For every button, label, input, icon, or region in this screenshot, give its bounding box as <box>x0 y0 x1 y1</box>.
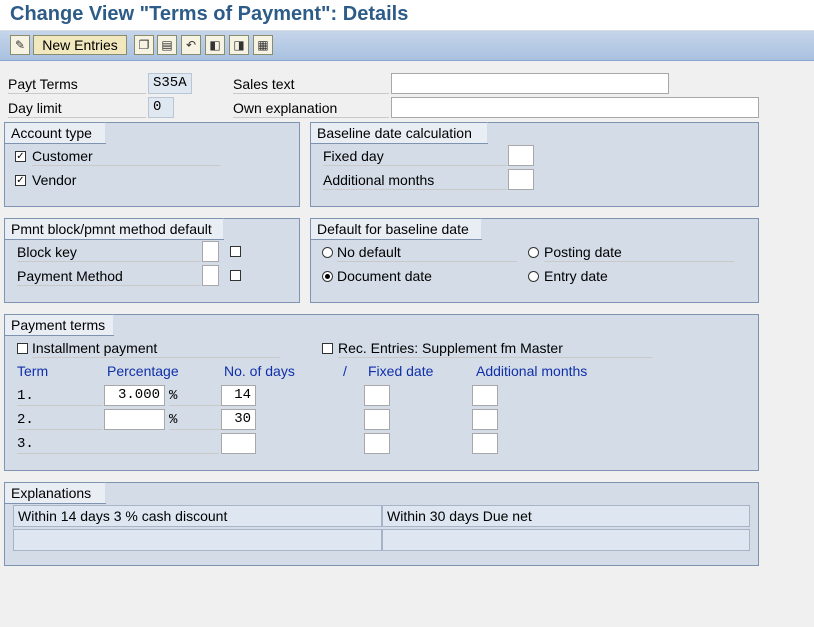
customer-label: Customer <box>32 147 220 166</box>
explanation-line-2-right <box>382 529 750 551</box>
payment-block-group: Pmnt block/pmnt method default Block key… <box>4 218 300 303</box>
explanation-line-1-left: Within 14 days 3 % cash discount <box>13 505 382 527</box>
additional-months-row-2-field[interactable] <box>472 409 498 430</box>
additional-months-field[interactable] <box>508 169 534 190</box>
no-default-label: No default <box>337 243 517 262</box>
account-type-title: Account type <box>5 122 121 144</box>
col-slash-header: / <box>343 363 347 379</box>
payment-method-checkbox[interactable] <box>230 270 241 281</box>
account-type-group: Account type ✓ Customer ✓ Vendor <box>4 122 300 207</box>
sales-text-field[interactable] <box>391 73 669 94</box>
no-default-radio[interactable] <box>322 247 333 258</box>
col-percentage-header: Percentage <box>107 363 179 379</box>
payt-terms-label: Payt Terms <box>8 75 146 94</box>
days-row-2-field[interactable]: 30 <box>221 409 256 430</box>
rec-entries-label: Rec. Entries: Supplement fm Master <box>338 339 652 358</box>
copy-icon[interactable]: ❐ <box>134 35 154 55</box>
col-fixed-date-header: Fixed date <box>368 363 434 379</box>
fixed-day-label: Fixed day <box>323 147 507 166</box>
explanations-group: Explanations Within 14 days 3 % cash dis… <box>4 482 759 566</box>
percentage-row-1-field[interactable]: 3.000 <box>104 385 165 406</box>
additional-months-label: Additional months <box>323 171 507 190</box>
default-baseline-date-title: Default for baseline date <box>311 218 497 240</box>
default-baseline-date-group: Default for baseline date No default Pos… <box>310 218 759 303</box>
own-explanation-label: Own explanation <box>233 99 389 118</box>
payment-terms-group: Payment terms Installment payment Rec. E… <box>4 314 759 471</box>
payment-block-title: Pmnt block/pmnt method default <box>5 218 239 240</box>
own-explanation-field[interactable] <box>391 97 759 118</box>
customer-checkbox[interactable]: ✓ <box>15 151 26 162</box>
entry-date-label: Entry date <box>544 268 608 284</box>
fixed-date-row-3-field[interactable] <box>364 433 390 454</box>
payment-method-field[interactable] <box>202 265 219 286</box>
posting-date-label: Posting date <box>544 243 734 262</box>
page-title: Change View "Terms of Payment": Details <box>10 3 409 25</box>
payment-method-label: Payment Method <box>17 267 201 286</box>
fixed-date-row-2-field[interactable] <box>364 409 390 430</box>
document-date-label: Document date <box>337 268 432 284</box>
additional-months-row-1-field[interactable] <box>472 385 498 406</box>
new-entries-button[interactable]: New Entries <box>33 35 127 55</box>
select-all-icon[interactable]: ▦ <box>253 35 273 55</box>
percentage-row-2-field[interactable] <box>104 409 165 430</box>
vendor-checkbox[interactable]: ✓ <box>15 175 26 186</box>
next-entry-icon[interactable]: ◨ <box>229 35 249 55</box>
explanation-line-1-right: Within 30 days Due net <box>382 505 750 527</box>
additional-months-row-3-field[interactable] <box>472 433 498 454</box>
term-row-1-label: 1. <box>17 387 103 406</box>
explanations-title: Explanations <box>5 482 121 504</box>
term-row-2-label: 2. <box>17 411 103 430</box>
col-term-header: Term <box>17 363 49 379</box>
installment-payment-label: Installment payment <box>32 339 280 358</box>
title-bar: Change View "Terms of Payment": Details <box>0 0 814 31</box>
block-key-label: Block key <box>17 243 201 262</box>
application-toolbar: ✎ New Entries ❐ ▤ ↶ ◧ ◨ ▦ <box>0 31 814 61</box>
installment-payment-checkbox[interactable] <box>17 343 28 354</box>
baseline-date-calculation-group: Baseline date calculation Fixed day Addi… <box>310 122 759 207</box>
rec-entries-checkbox[interactable] <box>322 343 333 354</box>
block-key-field[interactable] <box>202 241 219 262</box>
sales-text-label: Sales text <box>233 75 389 94</box>
posting-date-radio[interactable] <box>528 247 539 258</box>
fixed-date-row-1-field[interactable] <box>364 385 390 406</box>
days-row-1-field[interactable]: 14 <box>221 385 256 406</box>
previous-entry-icon[interactable]: ◧ <box>205 35 225 55</box>
col-no-of-days-header: No. of days <box>224 363 295 379</box>
payment-terms-title: Payment terms <box>5 314 129 336</box>
day-limit-label: Day limit <box>8 99 146 118</box>
day-limit-field: 0 <box>148 97 174 118</box>
document-date-radio[interactable] <box>322 271 333 282</box>
edit-display-icon[interactable]: ✎ <box>10 35 30 55</box>
entry-date-radio[interactable] <box>528 271 539 282</box>
percent-sign-row-2: % <box>169 411 221 430</box>
baseline-date-calculation-title: Baseline date calculation <box>311 122 503 144</box>
percent-sign-row-1: % <box>169 387 221 406</box>
undo-icon[interactable]: ↶ <box>181 35 201 55</box>
days-row-3-field[interactable] <box>221 433 256 454</box>
term-row-3-label: 3. <box>17 435 219 454</box>
explanation-line-2-left <box>13 529 382 551</box>
vendor-label: Vendor <box>32 172 77 188</box>
payt-terms-field: S35A <box>148 73 192 94</box>
fixed-day-field[interactable] <box>508 145 534 166</box>
col-additional-months-header: Additional months <box>476 363 588 379</box>
delete-icon[interactable]: ▤ <box>157 35 177 55</box>
block-key-checkbox[interactable] <box>230 246 241 257</box>
